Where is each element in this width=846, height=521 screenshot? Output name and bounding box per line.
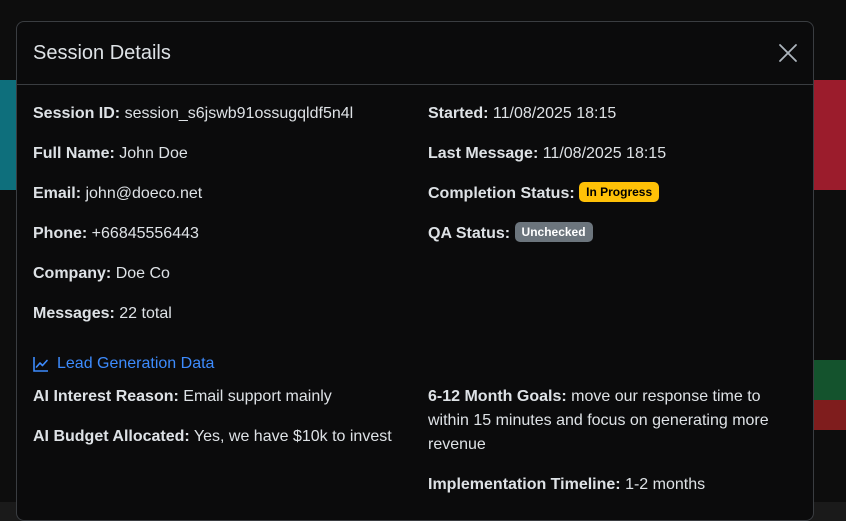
- last-message-row: Last Message: 11/08/2025 18:15: [428, 142, 666, 166]
- ai-budget-value: Yes, we have $10k to invest: [193, 428, 392, 445]
- ai-budget-label: AI Budget Allocated:: [33, 428, 190, 445]
- background-accent-right-lower-2: [814, 400, 846, 430]
- goals-row: 6-12 Month Goals: move our response time…: [428, 385, 800, 457]
- company-row: Company: Doe Co: [33, 262, 170, 286]
- messages-value: 22 total: [119, 305, 172, 322]
- last-message-value: 11/08/2025 18:15: [542, 145, 667, 162]
- timeline-value: 1-2 months: [625, 476, 706, 493]
- session-id-value: session_s6jswb91ossugqldf5n4l: [124, 105, 354, 122]
- close-button[interactable]: [777, 42, 799, 64]
- modal-title: Session Details: [33, 41, 171, 64]
- full-name-row: Full Name: John Doe: [33, 142, 188, 166]
- phone-label: Phone:: [33, 225, 88, 242]
- qa-status-label: QA Status:: [428, 225, 511, 242]
- last-message-label: Last Message:: [428, 145, 539, 162]
- background-accent-left: [0, 80, 16, 190]
- company-label: Company:: [33, 265, 112, 282]
- started-row: Started: 11/08/2025 18:15: [428, 102, 616, 126]
- timeline-row: Implementation Timeline: 1-2 months: [428, 473, 705, 497]
- messages-label: Messages:: [33, 305, 115, 322]
- full-name-label: Full Name:: [33, 145, 115, 162]
- background-accent-right: [814, 80, 846, 190]
- messages-row: Messages: 22 total: [33, 302, 172, 326]
- email-row: Email: john@doeco.net: [33, 182, 202, 206]
- qa-status-badge: Unchecked: [514, 222, 593, 242]
- ai-interest-label: AI Interest Reason:: [33, 388, 179, 405]
- goals-label: 6-12 Month Goals:: [428, 388, 567, 405]
- ai-interest-value: Email support mainly: [183, 388, 332, 405]
- timeline-label: Implementation Timeline:: [428, 476, 621, 493]
- email-label: Email:: [33, 185, 82, 202]
- email-value: john@doeco.net: [85, 185, 203, 202]
- close-icon: [779, 44, 797, 62]
- started-value: 11/08/2025 18:15: [492, 105, 617, 122]
- modal-header: Session Details: [17, 22, 813, 85]
- chart-line-icon: [33, 357, 48, 372]
- completion-status-label: Completion Status:: [428, 185, 575, 202]
- lead-generation-title: Lead Generation Data: [57, 355, 215, 372]
- phone-value: +66845556443: [91, 225, 199, 242]
- qa-status-row: QA Status: Unchecked: [428, 222, 593, 246]
- session-id-row: Session ID: session_s6jswb91ossugqldf5n4…: [33, 102, 353, 126]
- company-value: Doe Co: [115, 265, 170, 282]
- full-name-value: John Doe: [119, 145, 188, 162]
- session-details-modal: Session Details Session ID: session_s6js…: [16, 21, 814, 521]
- completion-status-badge: In Progress: [579, 182, 660, 202]
- session-id-label: Session ID:: [33, 105, 121, 122]
- lead-generation-heading: Lead Generation Data: [33, 355, 214, 373]
- background-accent-right-lower: [814, 360, 846, 400]
- ai-budget-row: AI Budget Allocated: Yes, we have $10k t…: [33, 425, 392, 449]
- started-label: Started:: [428, 105, 489, 122]
- ai-interest-row: AI Interest Reason: Email support mainly: [33, 385, 332, 409]
- phone-row: Phone: +66845556443: [33, 222, 199, 246]
- completion-status-row: Completion Status: In Progress: [428, 182, 660, 206]
